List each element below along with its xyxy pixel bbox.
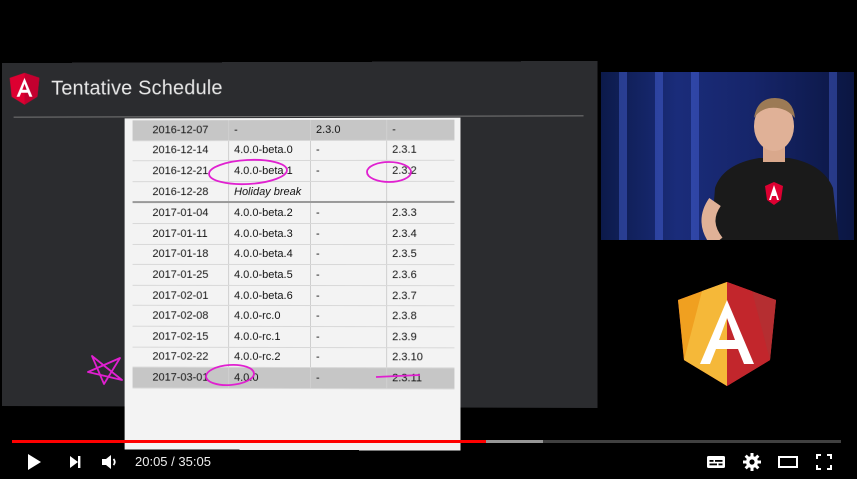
current-time: 20:05 <box>135 454 168 469</box>
angular4-version-cell: 4.0.0-beta.6 <box>228 285 311 306</box>
speaker-figure <box>701 98 839 240</box>
angular2-version-cell: 2.3.1 <box>386 139 455 161</box>
angular4-version-cell: 4.0.0-rc.1 <box>228 326 311 348</box>
fullscreen-button[interactable] <box>812 450 836 474</box>
volume-button[interactable] <box>98 450 122 474</box>
speaker-camera-inset <box>601 72 854 240</box>
angular2-version-cell: 2.3.8 <box>386 305 455 327</box>
angular-shield-logo-icon <box>678 282 776 386</box>
angular2-version-cell: 2.3.10 <box>386 347 455 369</box>
table-row: 2017-02-08 4.0.0-rc.0-2.3.8 <box>132 305 455 327</box>
slide-title: Tentative Schedule <box>51 76 223 100</box>
mid-version-cell: - <box>310 367 387 389</box>
table-row: 2017-02-15 4.0.0-rc.1-2.3.9 <box>132 326 455 348</box>
date-cell: 2017-02-01 <box>132 285 229 306</box>
angular2-version-cell: - <box>386 119 455 140</box>
date-cell: 2017-01-11 <box>132 223 229 245</box>
mid-version-cell: - <box>310 285 387 306</box>
date-cell: 2017-01-25 <box>132 264 229 286</box>
angular2-version-cell: 2.3.7 <box>386 285 455 307</box>
schedule-table-panel: 2016-12-07-2.3.0-2016-12-14 4.0.0-beta.0-… <box>124 117 461 451</box>
date-cell: 2017-02-08 <box>132 305 229 327</box>
date-cell: 2017-03-01 <box>132 367 229 389</box>
date-cell: 2017-01-18 <box>132 244 229 265</box>
angular2-version-cell: 2.3.4 <box>386 223 455 245</box>
table-row: 2017-01-04 4.0.0-beta.2-2.3.3 <box>132 202 455 224</box>
date-cell: 2016-12-07 <box>132 120 229 141</box>
player-controls: 20:05 / 35:05 <box>0 428 857 479</box>
angular-logo-icon <box>9 73 40 105</box>
angular2-version-cell: 2.3.3 <box>386 202 455 224</box>
theater-mode-icon <box>778 456 798 468</box>
angular4-version-cell: 4.0.0-rc.0 <box>228 305 311 327</box>
table-row: 2016-12-14 4.0.0-beta.0-2.3.1 <box>132 139 455 161</box>
table-row: 2016-12-28 Holiday break <box>132 181 455 203</box>
angular2-version-cell: 2.3.9 <box>386 326 455 348</box>
table-row: 2016-12-07-2.3.0- <box>132 119 455 141</box>
angular4-version-cell: 4.0.0-beta.2 <box>228 202 311 224</box>
subtitles-icon <box>707 456 725 468</box>
mid-version-cell: - <box>310 305 387 327</box>
progress-bar[interactable] <box>12 440 841 443</box>
mid-version-cell: - <box>310 223 387 245</box>
mid-version-cell: - <box>310 202 387 224</box>
next-icon <box>70 456 81 468</box>
table-row: 2017-01-25 4.0.0-beta.5-2.3.6 <box>132 264 455 286</box>
angular4-version-cell: 4.0.0-rc.2 <box>228 346 311 368</box>
fullscreen-icon <box>816 454 832 470</box>
play-button[interactable] <box>22 450 46 474</box>
table-row: 2017-02-01 4.0.0-beta.6-2.3.7 <box>132 285 455 307</box>
angular4-version-cell: 4.0.0-beta.3 <box>228 223 311 245</box>
angular4-version-cell: 4.0.0-beta.4 <box>228 244 311 265</box>
mid-version-cell: - <box>310 347 387 368</box>
mid-version-cell: - <box>310 244 387 265</box>
angular4-version-cell: Holiday break <box>228 181 311 203</box>
volume-icon <box>102 455 116 469</box>
mid-version-cell: - <box>310 139 387 161</box>
mid-version-cell: 2.3.0 <box>310 119 387 141</box>
angular4-version-cell: 4.0.0-beta.5 <box>228 264 311 286</box>
table-row: 2017-03-01 4.0.0-2.3.11 <box>132 367 455 389</box>
date-cell: 2016-12-14 <box>132 140 229 161</box>
date-cell: 2016-12-28 <box>132 181 229 203</box>
angular4-version-cell: 4.0.0-beta.1 <box>228 160 311 182</box>
angular2-version-cell: 2.3.11 <box>386 367 455 389</box>
date-cell: 2017-02-15 <box>132 326 229 347</box>
table-row: 2017-02-22 4.0.0-rc.2-2.3.10 <box>132 346 455 369</box>
next-button[interactable] <box>63 450 87 474</box>
time-separator: / <box>167 454 179 469</box>
time-display: 20:05 / 35:05 <box>135 454 211 469</box>
settings-button[interactable] <box>740 450 764 474</box>
mid-version-cell: - <box>310 326 387 348</box>
angular2-version-cell: 2.3.2 <box>386 160 455 182</box>
duration: 35:05 <box>178 454 211 469</box>
date-cell: 2017-01-04 <box>132 202 229 224</box>
schedule-table: 2016-12-07-2.3.0-2016-12-14 4.0.0-beta.0-… <box>132 119 455 390</box>
gear-icon <box>743 453 761 471</box>
play-icon <box>28 454 41 470</box>
angular2-version-cell: 2.3.6 <box>386 264 455 286</box>
subtitles-button[interactable] <box>704 450 728 474</box>
progress-played <box>12 440 487 443</box>
angular2-version-cell: 2.3.5 <box>386 244 455 265</box>
date-cell: 2016-12-21 <box>132 160 229 182</box>
video-frame[interactable]: Tentative Schedule 2016-12-07-2.3.0-2016… <box>0 0 857 479</box>
slide-header: Tentative Schedule <box>9 70 223 106</box>
angular4-version-cell: 4.0.0-beta.0 <box>228 140 311 161</box>
theater-mode-button[interactable] <box>776 450 800 474</box>
table-row: 2017-01-11 4.0.0-beta.3-2.3.4 <box>132 223 455 245</box>
angular4-version-cell: - <box>228 119 311 141</box>
angular2-version-cell <box>386 181 455 203</box>
mid-version-cell: - <box>310 160 387 182</box>
mid-version-cell <box>310 181 387 203</box>
table-row: 2017-01-18 4.0.0-beta.4-2.3.5 <box>132 244 455 265</box>
presentation-slide: Tentative Schedule 2016-12-07-2.3.0-2016… <box>1 60 598 451</box>
date-cell: 2017-02-22 <box>132 346 229 368</box>
table-row: 2016-12-21 4.0.0-beta.1-2.3.2 <box>132 160 455 182</box>
angular4-version-cell: 4.0.0 <box>228 367 311 389</box>
mid-version-cell: - <box>310 264 387 286</box>
